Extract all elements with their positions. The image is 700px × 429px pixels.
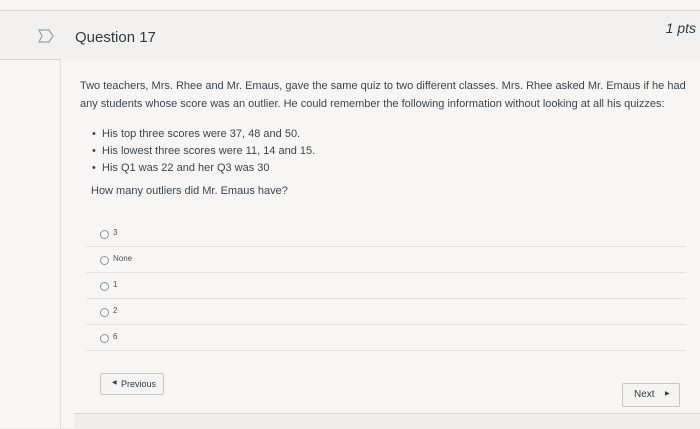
radio-button[interactable] (100, 230, 109, 239)
bullet-item: His Q1 was 22 and her Q3 was 30 (92, 160, 315, 177)
answer-option[interactable]: 3 (86, 222, 686, 247)
bottom-bar (74, 413, 700, 429)
next-label: Next (634, 389, 655, 400)
radio-button[interactable] (100, 308, 109, 317)
radio-button[interactable] (100, 334, 109, 343)
answer-label: 1 (113, 280, 118, 289)
bullet-item: His lowest three scores were 11, 14 and … (92, 143, 315, 160)
question-bullets: His top three scores were 37, 48 and 50.… (92, 126, 315, 177)
answer-list: 3 None 1 2 6 (86, 222, 686, 352)
answer-label: None (113, 254, 133, 263)
previous-label: Previous (121, 379, 157, 389)
flag-icon[interactable] (38, 29, 54, 43)
question-points: 1 pts (665, 20, 696, 36)
answer-option[interactable]: 1 (86, 274, 686, 299)
question-title: Question 17 (75, 29, 156, 46)
previous-button[interactable]: ◀ Previous (100, 373, 164, 395)
left-triangle-icon: ◀ (112, 380, 117, 386)
answer-option[interactable]: None (86, 248, 686, 273)
radio-button[interactable] (100, 256, 109, 265)
quiz-card: Question 17 1 pts Two teachers, Mrs. Rhe… (0, 0, 700, 429)
radio-button[interactable] (100, 282, 109, 291)
next-button[interactable]: Next ▶ (622, 383, 680, 407)
answer-label: 3 (113, 228, 118, 237)
question-prompt: How many outliers did Mr. Emaus have? (91, 185, 288, 197)
question-text: Two teachers, Mrs. Rhee and Mr. Emaus, g… (80, 80, 686, 110)
bullet-item: His top three scores were 37, 48 and 50. (92, 126, 315, 143)
answer-option[interactable]: 2 (86, 300, 686, 325)
question-header: Question 17 1 pts (0, 10, 700, 60)
right-triangle-icon: ▶ (665, 391, 670, 397)
answer-label: 6 (113, 332, 118, 341)
answer-label: 2 (113, 306, 118, 315)
answer-option[interactable]: 6 (86, 326, 686, 351)
